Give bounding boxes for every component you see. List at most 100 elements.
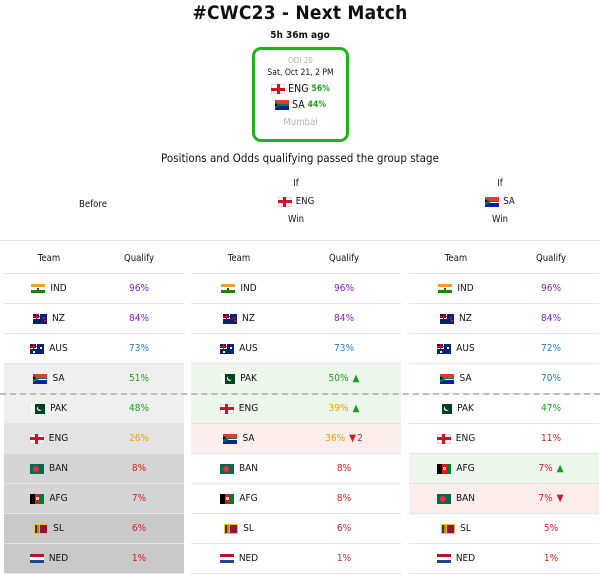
team-name: PAK — [50, 403, 67, 414]
qualify-value: 8% — [131, 463, 147, 474]
team-cell: SL — [409, 523, 503, 534]
scenario-team2-name: SA — [503, 196, 515, 207]
column-header-team: Team — [227, 253, 251, 264]
section-subtitle: Positions and Odds qualifying passed the… — [161, 151, 439, 165]
table-row[interactable]: PAK 48% — [4, 394, 184, 424]
arrow-down-icon: ▼ — [349, 433, 357, 444]
qualify-cell: 84% — [94, 313, 184, 324]
south-africa-flag-icon — [223, 433, 238, 444]
team-cell: SL — [191, 523, 287, 534]
table-row[interactable]: NZ 84% — [191, 304, 401, 334]
table-row[interactable]: SA 51% — [4, 364, 184, 394]
table-row[interactable]: IND 96% — [409, 274, 599, 304]
qualify-value: 96% — [334, 283, 354, 294]
qualify-value: 1% — [336, 553, 352, 564]
table-row[interactable]: PAK 50% ▲ — [191, 364, 401, 394]
table-row[interactable]: SL 5% — [409, 514, 599, 544]
england-flag-icon — [219, 403, 234, 414]
team-name: NED — [238, 553, 259, 564]
table-row[interactable]: AFG 7% ▲ — [409, 454, 599, 484]
table-row[interactable]: AUS 72% — [409, 334, 599, 364]
team-name: IND — [50, 283, 67, 294]
team-name: SL — [243, 523, 254, 534]
team-cell: AFG — [409, 463, 503, 474]
table-row[interactable]: PAK 47% — [409, 394, 599, 424]
netherlands-flag-icon — [436, 553, 451, 564]
australia-flag-icon — [220, 343, 235, 354]
qualify-value: 48% — [129, 403, 149, 414]
qualify-value: 84% — [334, 313, 354, 324]
scenario-win-label: Win — [491, 214, 509, 225]
qualify-cell: 48% — [94, 403, 184, 414]
column-header-qualify: Qualify — [123, 253, 155, 264]
england-flag-icon — [29, 433, 44, 444]
table-row[interactable]: AFG 7% — [4, 484, 184, 514]
next-match-card[interactable]: ODI 20 Sat, Oct 21, 2 PM ENG 56% SA 44% … — [252, 47, 349, 142]
team-cell: PAK — [409, 403, 503, 414]
qualify-value: 72% — [541, 343, 561, 354]
table-if-team1-wins: Team Qualify IND 96% NZ 84% AUS 73% PAK 50% ▲ ENG 39… — [191, 244, 401, 574]
qualify-cell: 84% — [287, 313, 401, 324]
table-row[interactable]: AFG 8% — [191, 484, 401, 514]
team-cell: BAN — [4, 463, 94, 474]
england-flag-icon — [436, 433, 451, 444]
sri-lanka-flag-icon — [441, 523, 456, 534]
table-row[interactable]: IND 96% — [191, 274, 401, 304]
team-name: NZ — [52, 313, 65, 324]
table-row[interactable]: AUS 73% — [191, 334, 401, 364]
table-row[interactable]: ENG 39% ▲ — [191, 394, 401, 424]
qualify-value: 84% — [541, 313, 561, 324]
team-cell: SA — [409, 373, 503, 384]
netherlands-flag-icon — [29, 553, 44, 564]
afghanistan-flag-icon — [220, 493, 235, 504]
team-name: BAN — [455, 493, 476, 504]
team-name: ENG — [455, 433, 476, 444]
table-row[interactable]: SL 6% — [191, 514, 401, 544]
match-team1-name: ENG — [288, 83, 309, 95]
arrow-down-icon: ▼ — [556, 493, 564, 504]
australia-flag-icon — [30, 343, 45, 354]
qualify-cell: 11% — [503, 433, 599, 444]
qualify-cell: 96% — [94, 283, 184, 294]
team-name: SL — [460, 523, 471, 534]
qualify-value: 7% — [538, 493, 553, 504]
table-row[interactable]: SA 70% — [409, 364, 599, 394]
table-row[interactable]: BAN 8% — [191, 454, 401, 484]
table-row[interactable]: NED 1% — [409, 544, 599, 574]
table-row[interactable]: NZ 84% — [4, 304, 184, 334]
team-name: SA — [52, 373, 65, 384]
new-zealand-flag-icon — [33, 313, 48, 324]
table-row[interactable]: AUS 73% — [4, 334, 184, 364]
qualify-cell: 96% — [287, 283, 401, 294]
team-cell: SA — [191, 433, 287, 444]
qualify-value: 1% — [543, 553, 559, 564]
qualify-value: 47% — [541, 403, 561, 414]
india-flag-icon — [221, 283, 236, 294]
table-row[interactable]: ENG 26% — [4, 424, 184, 454]
team-name: PAK — [240, 373, 257, 384]
table-row[interactable]: NED 1% — [191, 544, 401, 574]
table-row[interactable]: BAN 8% — [4, 454, 184, 484]
qualify-value: 26% — [129, 433, 149, 444]
match-team1-odds: 56% — [311, 84, 330, 94]
team-cell: ENG — [4, 433, 94, 444]
qualify-cell: 1% — [94, 553, 184, 564]
table-row[interactable]: NED 1% — [4, 544, 184, 574]
qualify-value: 70% — [541, 373, 561, 384]
table-row[interactable]: SA 36% ▼ 2 — [191, 424, 401, 454]
qualify-value: 51% — [129, 373, 149, 384]
scenario-team1-line: ENG — [192, 196, 400, 207]
team-cell: AFG — [4, 493, 94, 504]
qualify-value: 50% — [328, 373, 349, 384]
table-row[interactable]: NZ 84% — [409, 304, 599, 334]
team-name: AUS — [239, 343, 258, 354]
table-row[interactable]: IND 96% — [4, 274, 184, 304]
south-africa-flag-icon — [33, 373, 48, 384]
table-before: Team Qualify IND 96% NZ 84% AUS 73% SA 51% PAK 48% E… — [4, 244, 184, 574]
pakistan-flag-icon — [221, 373, 236, 384]
south-africa-flag-icon — [485, 196, 500, 207]
table-row[interactable]: BAN 7% ▼ — [409, 484, 599, 514]
table-row[interactable]: SL 6% — [4, 514, 184, 544]
table-row[interactable]: ENG 11% — [409, 424, 599, 454]
qualify-cell: 39% ▲ — [287, 403, 401, 414]
